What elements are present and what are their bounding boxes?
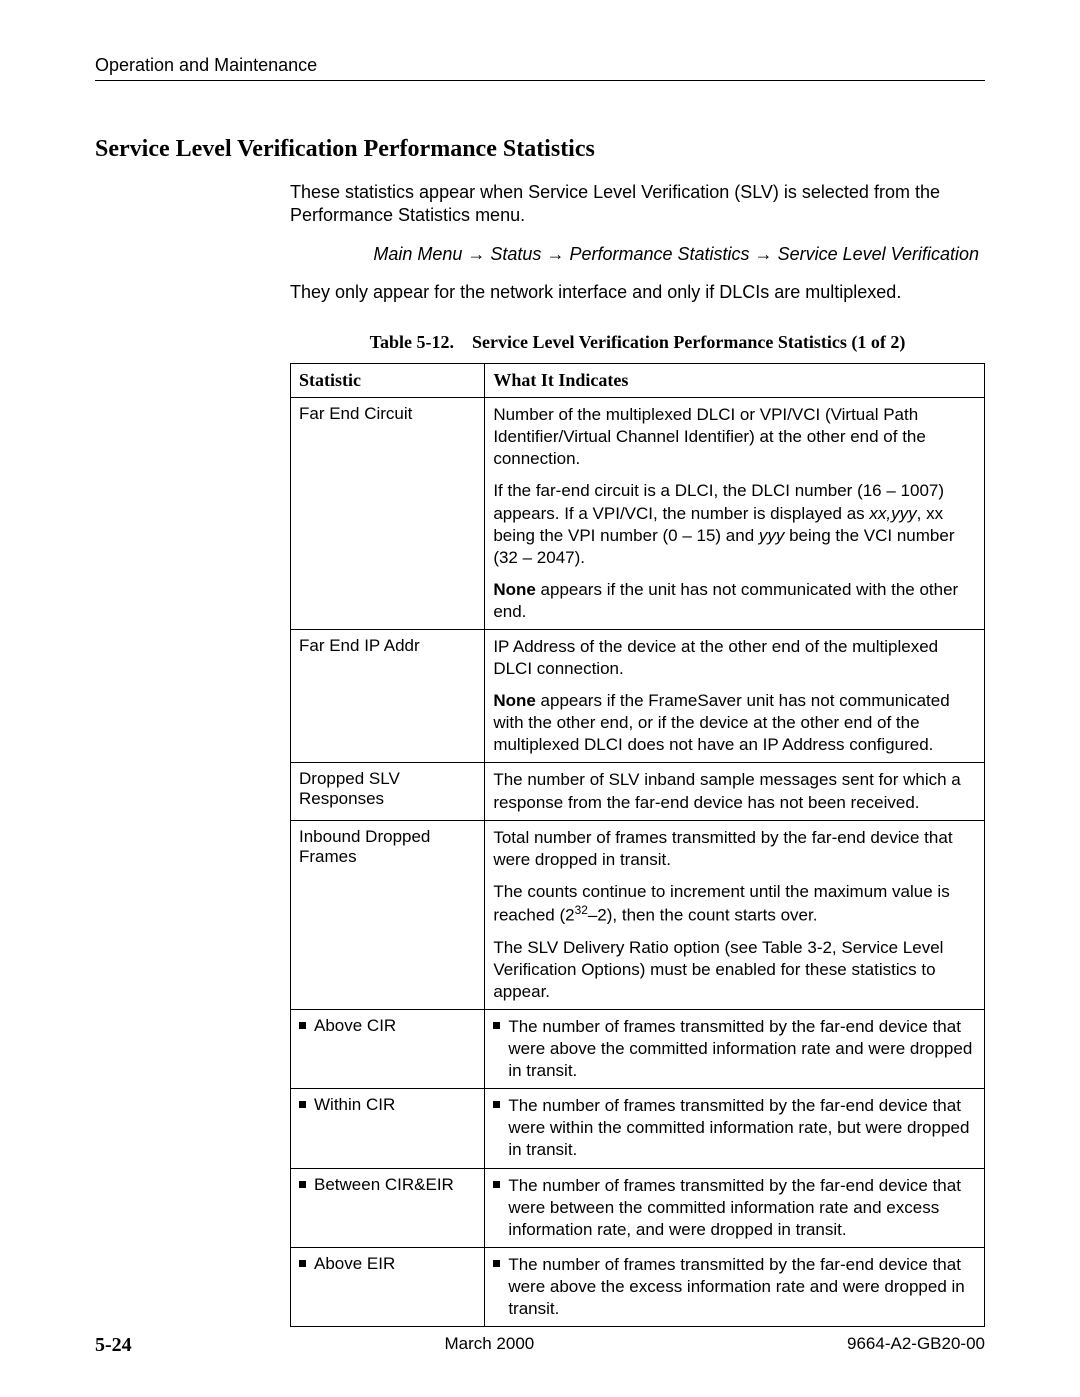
desc-para: The counts continue to increment until t…: [493, 881, 974, 927]
desc-para: Number of the multiplexed DLCI or VPI/VC…: [493, 404, 974, 470]
col-header-indicates: What It Indicates: [485, 364, 985, 398]
breadcrumb-item: Main Menu: [373, 244, 462, 264]
bullet-icon: [299, 1022, 306, 1029]
stat-name: Inbound Dropped Frames: [291, 820, 485, 1009]
body-block: These statistics appear when Service Lev…: [290, 181, 985, 1327]
desc-para: The number of SLV inband sample messages…: [493, 769, 974, 813]
stat-desc: The number of frames transmitted by the …: [485, 1168, 985, 1247]
stat-name: Far End IP Addr: [291, 630, 485, 763]
arrow-icon: →: [546, 244, 569, 264]
intro-paragraph-1: These statistics appear when Service Lev…: [290, 181, 985, 228]
desc-text: The number of frames transmitted by the …: [508, 1095, 974, 1161]
desc-para: The SLV Delivery Ratio option (see Table…: [493, 937, 974, 1003]
text-italic: xx,yyy: [869, 504, 916, 523]
arrow-icon: →: [755, 244, 778, 264]
text: appears if the FrameSaver unit has not c…: [493, 691, 949, 754]
page-footer: 5-24 March 2000 9664-A2-GB20-00: [95, 1334, 985, 1357]
bullet-icon: [299, 1101, 306, 1108]
stat-desc: The number of frames transmitted by the …: [485, 1247, 985, 1326]
cross-reference-link[interactable]: SLV Delivery Ratio: [527, 938, 668, 957]
arrow-icon: →: [467, 244, 490, 264]
bullet-icon: [493, 1260, 500, 1267]
text-italic: yyy: [759, 526, 785, 545]
bullet-icon: [299, 1260, 306, 1267]
breadcrumb-item: Status: [490, 244, 541, 264]
text: appears if the unit has not communicated…: [493, 580, 958, 621]
bullet-icon: [493, 1181, 500, 1188]
table-row: Far End Circuit Number of the multiplexe…: [291, 398, 985, 630]
document-number: 9664-A2-GB20-00: [847, 1334, 985, 1357]
page: Operation and Maintenance Service Level …: [0, 0, 1080, 1397]
desc-text: The number of frames transmitted by the …: [508, 1016, 974, 1082]
bullet-icon: [299, 1181, 306, 1188]
stat-name: Between CIR&EIR: [291, 1168, 485, 1247]
desc-text: The number of frames transmitted by the …: [508, 1254, 974, 1320]
stat-label: Between CIR&EIR: [314, 1175, 454, 1195]
bullet-icon: [493, 1022, 500, 1029]
stat-label: Within CIR: [314, 1095, 395, 1115]
table-row: Above CIR The number of frames transmitt…: [291, 1009, 985, 1088]
page-number: 5-24: [95, 1334, 132, 1357]
table-row: Between CIR&EIR The number of frames tra…: [291, 1168, 985, 1247]
table-caption: Table 5-12. Service Level Verification P…: [290, 332, 985, 353]
stat-name: Above EIR: [291, 1247, 485, 1326]
stat-desc: The number of frames transmitted by the …: [485, 1009, 985, 1088]
table-header-row: Statistic What It Indicates: [291, 364, 985, 398]
table-caption-text: Service Level Verification Performance S…: [472, 332, 905, 352]
stat-label: Above EIR: [314, 1254, 395, 1274]
superscript: 32: [575, 903, 588, 917]
desc-para: None appears if the unit has not communi…: [493, 579, 974, 623]
breadcrumb-item: Performance Statistics: [569, 244, 749, 264]
table-row: Inbound Dropped Frames Total number of f…: [291, 820, 985, 1009]
menu-path: Main Menu → Status → Performance Statist…: [290, 244, 985, 265]
stat-desc: The number of SLV inband sample messages…: [485, 763, 985, 820]
desc-para: IP Address of the device at the other en…: [493, 636, 974, 680]
stat-name: Within CIR: [291, 1089, 485, 1168]
stat-name: Above CIR: [291, 1009, 485, 1088]
table-caption-label: Table 5-12.: [370, 332, 454, 352]
desc-para: Total number of frames transmitted by th…: [493, 827, 974, 871]
stat-desc: Number of the multiplexed DLCI or VPI/VC…: [485, 398, 985, 630]
table-row: Within CIR The number of frames transmit…: [291, 1089, 985, 1168]
stat-label: Above CIR: [314, 1016, 396, 1036]
table-row: Above EIR The number of frames transmitt…: [291, 1247, 985, 1326]
stat-desc: The number of frames transmitted by the …: [485, 1089, 985, 1168]
stat-name: Dropped SLV Responses: [291, 763, 485, 820]
running-header: Operation and Maintenance: [95, 55, 985, 76]
bullet-icon: [493, 1101, 500, 1108]
text-bold: None: [493, 691, 536, 710]
footer-date: March 2000: [444, 1334, 534, 1357]
table-row: Dropped SLV Responses The number of SLV …: [291, 763, 985, 820]
stat-desc: Total number of frames transmitted by th…: [485, 820, 985, 1009]
col-header-statistic: Statistic: [291, 364, 485, 398]
text: The: [493, 938, 527, 957]
desc-para: None appears if the FrameSaver unit has …: [493, 690, 974, 756]
desc-text: The number of frames transmitted by the …: [508, 1175, 974, 1241]
header-rule: [95, 80, 985, 81]
table-row: Far End IP Addr IP Address of the device…: [291, 630, 985, 763]
text-bold: None: [493, 580, 536, 599]
intro-paragraph-2: They only appear for the network interfa…: [290, 281, 985, 304]
text: –2), then the count starts over.: [588, 906, 818, 925]
desc-para: If the far-end circuit is a DLCI, the DL…: [493, 480, 974, 568]
section-title: Service Level Verification Performance S…: [95, 136, 985, 163]
breadcrumb-item: Service Level Verification: [778, 244, 979, 264]
stat-name: Far End Circuit: [291, 398, 485, 630]
statistics-table: Statistic What It Indicates Far End Circ…: [290, 363, 985, 1327]
stat-desc: IP Address of the device at the other en…: [485, 630, 985, 763]
